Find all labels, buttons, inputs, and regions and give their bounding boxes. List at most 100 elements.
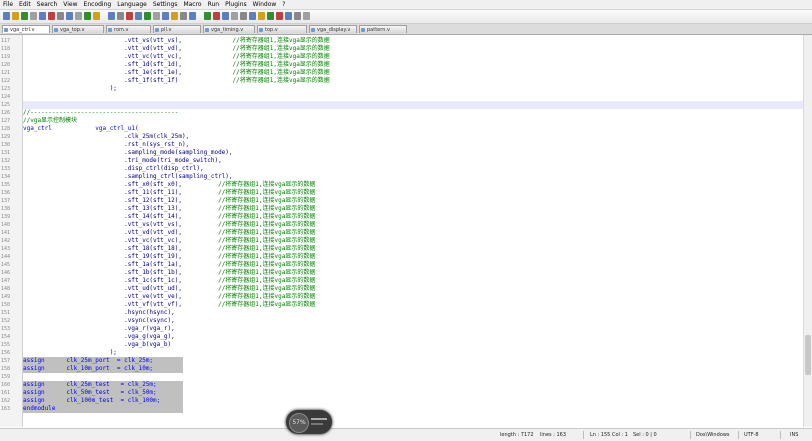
code-line[interactable]: .vtt_vd(vtt_vd), //将寄存器组1,连接vga显示的数据 bbox=[23, 229, 804, 237]
code-line[interactable]: .vtt_vs(vtt_vs), //将寄存器组1,连接vga显示的数据 bbox=[23, 221, 804, 229]
floating-widget[interactable]: 57% bbox=[286, 410, 332, 434]
menu-item[interactable]: Language bbox=[117, 0, 147, 9]
menu-item[interactable]: Settings bbox=[153, 0, 178, 9]
spell-icon[interactable] bbox=[294, 12, 301, 20]
code-line[interactable]: .sft_1e(sft_1e), //将寄存器组1,连接vga显示的数据 bbox=[23, 69, 804, 77]
file-tab[interactable]: vga_ctrl.v bbox=[2, 25, 50, 33]
code-line[interactable]: .sft_1d(sft_1d), //将寄存器组1,连接vga显示的数据 bbox=[23, 61, 804, 69]
new-file-icon[interactable] bbox=[3, 12, 10, 20]
find-icon[interactable] bbox=[117, 12, 124, 20]
folder-icon[interactable] bbox=[231, 12, 238, 20]
zoom-out-icon[interactable] bbox=[144, 12, 151, 20]
code-line[interactable]: .sft_18(sft_18), //将寄存器组1,连接vga显示的数据 bbox=[23, 245, 804, 253]
code-line[interactable]: .sampling_ctrl(sampling_ctrl), bbox=[23, 173, 804, 181]
vertical-scrollbar[interactable] bbox=[803, 35, 812, 427]
save-icon[interactable] bbox=[21, 12, 28, 20]
file-tab[interactable]: pattern.v bbox=[359, 25, 407, 33]
zoom-in-icon[interactable] bbox=[135, 12, 142, 20]
code-line[interactable]: .vga_g(vga_g), bbox=[23, 333, 804, 341]
code-line[interactable]: ); bbox=[23, 349, 804, 357]
monitor-icon[interactable] bbox=[240, 12, 247, 20]
code-line[interactable]: .vga_b(vga_b) bbox=[23, 341, 804, 349]
save-all-icon[interactable] bbox=[30, 12, 37, 20]
indent-guide-icon[interactable] bbox=[189, 12, 196, 20]
paste-icon[interactable] bbox=[84, 12, 91, 20]
code-line[interactable]: assign clk_10m_port = clk_10m; bbox=[23, 365, 183, 373]
menu-item[interactable]: Plugins bbox=[225, 0, 247, 9]
code-line[interactable]: .sft_12(sft_12), //将寄存器组1,连接vga显示的数据 bbox=[23, 197, 804, 205]
code-line[interactable]: .sft_1b(sft_1b), //将寄存器组1,连接vga显示的数据 bbox=[23, 269, 804, 277]
code-line[interactable]: assign clk_25m_test = clk_25m; bbox=[23, 381, 183, 389]
code-line[interactable]: .sampling_mode(sampling_mode), bbox=[23, 149, 804, 157]
code-line[interactable]: //vga显示控制模块 bbox=[23, 117, 804, 125]
file-tab[interactable]: pll.v bbox=[153, 25, 201, 33]
menu-item[interactable]: File bbox=[3, 0, 13, 9]
all-chars-icon[interactable] bbox=[180, 12, 187, 20]
code-line[interactable]: .sft_13(sft_13), //将寄存器组1,连接vga显示的数据 bbox=[23, 205, 804, 213]
menu-item[interactable]: Run bbox=[208, 0, 220, 9]
lang-icon[interactable] bbox=[204, 12, 211, 20]
file-tab[interactable]: vga_timing.v bbox=[203, 25, 255, 33]
code-line[interactable]: .sft_1a(sft_1a), //将寄存器组1,连接vga显示的数据 bbox=[23, 261, 804, 269]
file-tab[interactable]: vga_display.v bbox=[309, 25, 357, 33]
menu-item[interactable]: Macro bbox=[183, 0, 201, 9]
code-line[interactable]: .vtt_ve(vtt_ve), //将寄存器组1,连接vga显示的数据 bbox=[23, 293, 804, 301]
replace-icon[interactable] bbox=[126, 12, 133, 20]
code-line[interactable]: .hsync(hsync), bbox=[23, 309, 804, 317]
save-macro-icon[interactable] bbox=[285, 12, 292, 20]
close-all-icon[interactable] bbox=[48, 12, 55, 20]
code-line[interactable]: ); bbox=[23, 85, 804, 93]
code-line[interactable]: .rst_n(sys_rst_n), bbox=[23, 141, 804, 149]
code-line[interactable]: .sft_19(sft_19), //将寄存器组1,连接vga显示的数据 bbox=[23, 253, 804, 261]
file-tab[interactable]: rom.v bbox=[106, 25, 151, 33]
stop-icon[interactable] bbox=[258, 12, 265, 20]
redo-icon[interactable] bbox=[108, 12, 115, 20]
open-file-icon[interactable] bbox=[12, 12, 19, 20]
code-line[interactable]: .vga_r(vga_r), bbox=[23, 325, 804, 333]
code-line[interactable] bbox=[23, 373, 804, 381]
file-tab[interactable]: top.v bbox=[257, 25, 307, 33]
code-line[interactable]: .sft_1c(sft_1c), //将寄存器组1,连接vga显示的数据 bbox=[23, 277, 804, 285]
record-icon[interactable] bbox=[249, 12, 256, 20]
play-icon[interactable] bbox=[267, 12, 274, 20]
sync-h-icon[interactable] bbox=[162, 12, 169, 20]
code-line[interactable]: assign clk_50m_test = clk_50m; bbox=[23, 389, 183, 397]
code-line[interactable]: .vtt_vc(vtt_vc), //将寄存器组1,连接vga显示的数据 bbox=[23, 237, 804, 245]
code-line[interactable]: .tri_mode(tri_mode_switch), bbox=[23, 157, 804, 165]
undo-icon[interactable] bbox=[93, 12, 100, 20]
code-line[interactable]: .vtt_vs(vtt_vs), //将寄存器组1,连接vga显示的数据 bbox=[23, 37, 804, 45]
code-line[interactable]: assign clk_25m_port = clk_25m; bbox=[23, 357, 183, 365]
menu-item[interactable]: Edit bbox=[19, 0, 31, 9]
code-editor[interactable]: .vtt_vs(vtt_vs), //将寄存器组1,连接vga显示的数据 .vt… bbox=[23, 35, 804, 427]
function-list-icon[interactable] bbox=[222, 12, 229, 20]
code-line[interactable]: vga_ctrl vga_ctrl_u1( bbox=[23, 125, 804, 133]
scrollbar-thumb[interactable] bbox=[805, 335, 811, 375]
code-line[interactable]: .sft_x0(sft_x0), //将寄存器组1,连接vga显示的数据 bbox=[23, 181, 804, 189]
code-line[interactable] bbox=[23, 101, 804, 109]
cut-icon[interactable] bbox=[66, 12, 73, 20]
copy-icon[interactable] bbox=[75, 12, 82, 20]
code-line[interactable] bbox=[23, 93, 804, 101]
code-line[interactable]: //--------------------------------------… bbox=[23, 109, 804, 117]
doc-map-icon[interactable] bbox=[213, 12, 220, 20]
sync-v-icon[interactable] bbox=[153, 12, 160, 20]
code-line[interactable]: endmodule bbox=[23, 405, 183, 413]
settings-icon[interactable] bbox=[303, 12, 310, 20]
code-line[interactable]: assign clk_100m_test = clk_100m; bbox=[23, 397, 183, 405]
code-line[interactable]: .sft_1f(sft_1f) //将寄存器组1,连接vga显示的数据 bbox=[23, 77, 804, 85]
menu-item[interactable]: Window bbox=[253, 0, 277, 9]
code-line[interactable]: .sft_11(sft_11), //将寄存器组1,连接vga显示的数据 bbox=[23, 189, 804, 197]
menu-item[interactable]: View bbox=[63, 0, 77, 9]
code-line[interactable]: .clk_25m(clk_25m), bbox=[23, 133, 804, 141]
close-icon[interactable] bbox=[39, 12, 46, 20]
code-line[interactable]: .disp_ctrl(disp_ctrl), bbox=[23, 165, 804, 173]
print-icon[interactable] bbox=[57, 12, 64, 20]
code-line[interactable]: .vsync(vsync), bbox=[23, 317, 804, 325]
code-line[interactable]: .sft_14(sft_14), //将寄存器组1,连接vga显示的数据 bbox=[23, 213, 804, 221]
play-multi-icon[interactable] bbox=[276, 12, 283, 20]
menu-item[interactable]: Encoding bbox=[84, 0, 112, 9]
wrap-icon[interactable] bbox=[171, 12, 178, 20]
menu-item[interactable]: ? bbox=[282, 0, 285, 9]
menu-item[interactable]: Search bbox=[37, 0, 58, 9]
code-line[interactable]: .vtt_vc(vtt_vc), //将寄存器组1,连接vga显示的数据 bbox=[23, 53, 804, 61]
